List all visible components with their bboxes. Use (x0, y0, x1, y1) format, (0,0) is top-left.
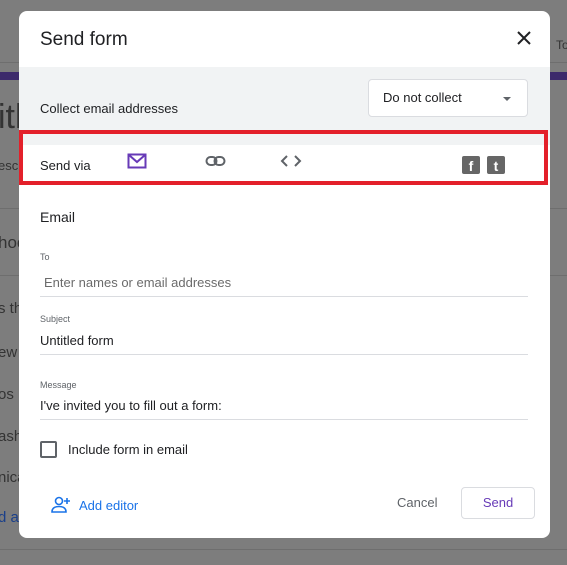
link-icon (205, 156, 226, 166)
collect-email-label: Collect email addresses (40, 101, 179, 116)
add-person-icon (51, 496, 70, 513)
email-heading: Email (40, 209, 76, 225)
include-form-label: Include form in email (68, 442, 188, 457)
bg-link: d a (0, 509, 19, 526)
subject-input[interactable]: Untitled form (40, 327, 528, 355)
divider (0, 549, 567, 550)
to-input[interactable]: Enter names or email addresses (40, 269, 528, 297)
close-icon (517, 31, 531, 45)
send-button[interactable]: Send (461, 487, 535, 519)
email-icon (127, 153, 147, 169)
facebook-icon[interactable]: f (462, 156, 480, 174)
add-editor-button[interactable]: Add editor (51, 496, 138, 514)
cancel-button[interactable]: Cancel (397, 495, 437, 510)
chevron-down-icon (503, 97, 511, 101)
subject-label: Subject (40, 314, 71, 324)
tab-email[interactable] (105, 144, 169, 184)
add-editor-label: Add editor (79, 497, 139, 513)
tab-link[interactable] (183, 144, 247, 184)
twitter-icon[interactable]: t (487, 156, 505, 174)
bg-text: ew (0, 344, 18, 361)
dropdown-value: Do not collect (383, 90, 462, 105)
bg-text: To (556, 38, 567, 52)
to-label: To (40, 252, 50, 262)
dialog-title: Send form (40, 29, 128, 50)
embed-code-icon (280, 155, 302, 167)
message-label: Message (40, 380, 77, 390)
message-input[interactable]: I've invited you to fill out a form: (40, 392, 528, 420)
tab-embed[interactable] (258, 144, 322, 184)
collect-email-dropdown[interactable]: Do not collect (368, 79, 528, 117)
send-via-label: Send via (40, 158, 91, 173)
close-button[interactable] (512, 26, 536, 50)
bg-text: esc (0, 158, 19, 173)
include-form-checkbox[interactable] (40, 441, 57, 458)
collect-email-section: Collect email addresses Do not collect (19, 67, 550, 145)
send-form-dialog: Send form Collect email addresses Do not… (19, 11, 550, 538)
